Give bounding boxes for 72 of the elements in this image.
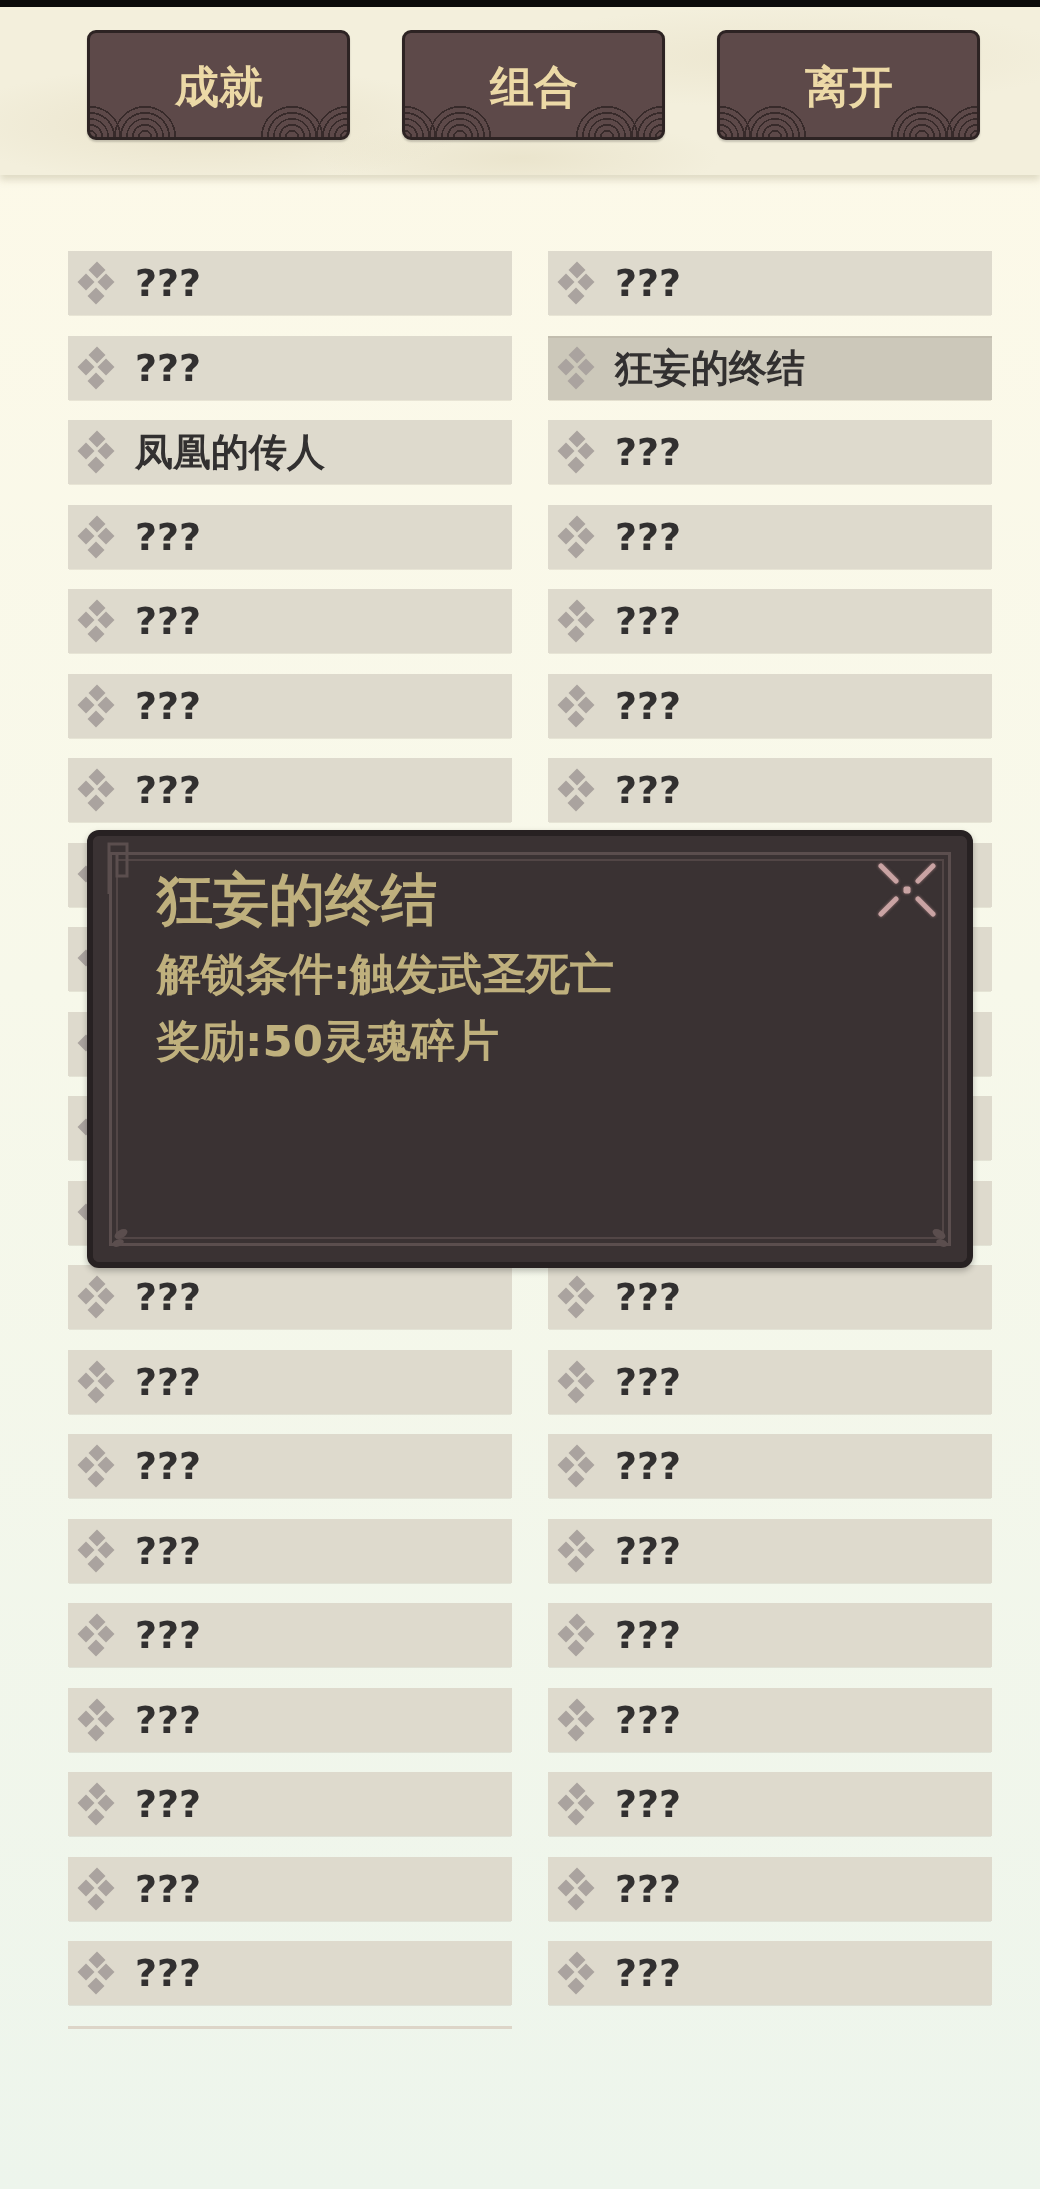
popup-text: 解锁条件:触发武圣死亡 (157, 947, 616, 1001)
diamond-cluster-icon (77, 430, 115, 474)
achievement-item[interactable]: ??? (68, 589, 512, 653)
diamond-cluster-icon (557, 1613, 595, 1657)
achievement-item[interactable]: ??? (548, 1772, 992, 1836)
diamond-cluster-icon (77, 345, 115, 390)
diamond-cluster-icon (557, 1697, 595, 1742)
diamond-cluster-icon (77, 1866, 115, 1911)
diamond-cluster-icon (557, 1359, 595, 1404)
achievement-item[interactable]: ??? (68, 1434, 512, 1498)
diamond-cluster-icon (77, 1275, 115, 1319)
achievement-item[interactable]: ??? (68, 1349, 512, 1414)
achievement-item[interactable]: ??? (548, 1687, 992, 1752)
achievement-item[interactable]: ??? (68, 335, 512, 400)
achievement-item[interactable]: ??? (68, 1518, 512, 1583)
diamond-cluster-icon (77, 1782, 115, 1826)
diamond-cluster-icon (557, 768, 595, 812)
achievement-item[interactable]: 凤凰的传人 (68, 420, 512, 484)
diamond-cluster-icon (77, 599, 115, 643)
diamond-cluster-icon (77, 514, 115, 559)
achievement-item[interactable]: ??? (548, 504, 992, 569)
achievement-item[interactable]: ??? (68, 1941, 512, 2005)
popup-title: 狂妄的终结 (157, 869, 437, 931)
achievement-item[interactable]: ??? (68, 251, 512, 315)
popup-text: 奖励:50灵魂碎片 (157, 1014, 500, 1068)
corner-bracket-icon (107, 842, 129, 894)
diamond-cluster-icon (557, 1782, 595, 1826)
achievement-item[interactable]: ??? (548, 420, 992, 484)
diamond-cluster-icon (557, 683, 595, 728)
achievement-item[interactable]: ??? (548, 758, 992, 822)
achievement-item[interactable]: ??? (68, 758, 512, 822)
diamond-cluster-icon (557, 599, 595, 643)
diamond-cluster-icon (557, 345, 595, 390)
achievement-item[interactable]: ??? (548, 1518, 992, 1583)
diamond-cluster-icon (77, 1697, 115, 1742)
diamond-cluster-icon (557, 1951, 595, 1995)
achievement-item[interactable]: ??? (68, 673, 512, 738)
diamond-cluster-icon (557, 1528, 595, 1573)
achievement-item[interactable]: ??? (548, 1349, 992, 1414)
diamond-cluster-icon (557, 261, 595, 305)
achievement-item[interactable]: ??? (68, 1265, 512, 1329)
achievement-item[interactable]: 狂妄的终结 (548, 335, 992, 400)
menu-button[interactable]: 离开 (717, 30, 980, 140)
achievement-item[interactable]: ??? (548, 673, 992, 738)
close-icon[interactable] (877, 862, 937, 918)
menu-button[interactable]: 成就 (87, 30, 350, 140)
achievement-item[interactable]: ??? (68, 1687, 512, 1752)
diamond-cluster-icon (77, 768, 115, 812)
diamond-cluster-icon (557, 1275, 595, 1319)
achievement-item[interactable]: ??? (548, 251, 992, 315)
achievement-item[interactable]: ??? (68, 504, 512, 569)
achievement-item[interactable]: ??? (548, 1265, 992, 1329)
achievement-item[interactable]: ??? (548, 1603, 992, 1667)
diamond-cluster-icon (77, 1528, 115, 1573)
diamond-cluster-icon (557, 430, 595, 474)
diamond-cluster-icon (77, 683, 115, 728)
achievement-item[interactable]: ??? (548, 1941, 992, 2005)
diamond-cluster-icon (77, 1951, 115, 1995)
menu-button[interactable]: 组合 (402, 30, 665, 140)
diamond-cluster-icon (77, 1444, 115, 1488)
diamond-cluster-icon (557, 514, 595, 559)
achievement-item[interactable]: ??? (548, 1434, 992, 1498)
achievement-item[interactable]: ??? (68, 1603, 512, 1667)
diamond-cluster-icon (77, 261, 115, 305)
achievement-item[interactable]: ??? (548, 589, 992, 653)
diamond-cluster-icon (77, 1613, 115, 1657)
diamond-cluster-icon (557, 1444, 595, 1488)
achievement-item[interactable]: ??? (68, 1856, 512, 1921)
diamond-cluster-icon (77, 1359, 115, 1404)
achievement-item[interactable]: ??? (548, 1856, 992, 1921)
achievement-item[interactable]: ??? (68, 1772, 512, 1836)
diamond-cluster-icon (557, 1866, 595, 1911)
